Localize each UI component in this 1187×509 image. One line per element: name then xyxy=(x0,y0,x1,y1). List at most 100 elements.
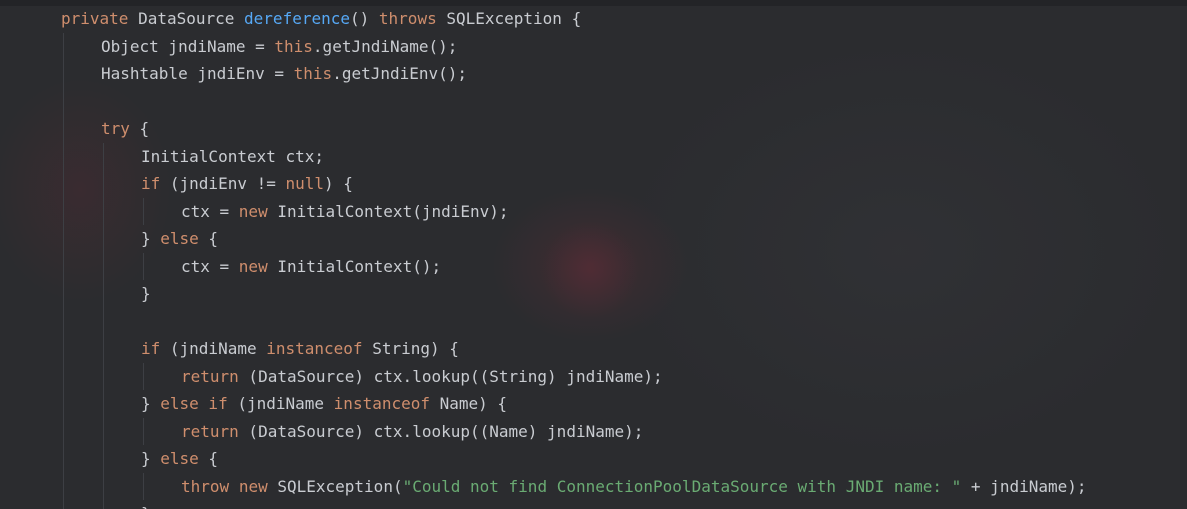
keyword-token: this xyxy=(293,64,333,83)
keyword-token: instanceof xyxy=(333,394,430,413)
indent-guide xyxy=(103,170,104,198)
code-line[interactable]: } xyxy=(0,500,1187,509)
code-token: ctx = xyxy=(181,201,239,221)
code-line[interactable]: private DataSource dereference() throws … xyxy=(0,5,1187,33)
indent-guide xyxy=(63,417,64,445)
string-literal: "Could not find ConnectionPoolDataSource… xyxy=(402,476,962,496)
indent-guide xyxy=(103,307,104,335)
indent-guide xyxy=(103,500,104,509)
code-token: DataSource xyxy=(128,9,245,28)
code-text: } xyxy=(141,280,151,308)
indent-guide xyxy=(103,445,104,473)
keyword-token: throws xyxy=(378,9,437,28)
indent-guide xyxy=(63,60,64,88)
code-line[interactable]: Object jndiName = this.getJndiName(); xyxy=(0,32,1187,61)
code-editor[interactable]: private DataSource dereference() throws … xyxy=(0,0,1187,509)
indent-guide xyxy=(63,115,64,143)
indent-guide xyxy=(63,445,64,473)
code-token: SQLException( xyxy=(267,476,403,496)
indent-guide xyxy=(63,390,64,418)
code-line[interactable]: if (jndiEnv != null) { xyxy=(0,170,1187,198)
code-line[interactable]: } else if (jndiName instanceof Name) { xyxy=(0,390,1187,418)
keyword-token: this xyxy=(274,36,313,56)
code-token: (DataSource) ctx.lookup((Name) jndiName)… xyxy=(238,421,644,441)
code-token: } xyxy=(141,229,161,248)
code-token: Hashtable jndiEnv = xyxy=(101,64,294,83)
code-text: } else { xyxy=(141,445,218,473)
code-text: ctx = new InitialContext(jndiEnv); xyxy=(181,198,509,226)
keyword-token: else if xyxy=(160,394,228,413)
indent-guide xyxy=(63,280,64,308)
code-area[interactable]: private DataSource dereference() throws … xyxy=(0,5,1187,509)
code-line[interactable] xyxy=(0,87,1187,115)
code-token: { xyxy=(129,119,150,138)
code-text: Hashtable jndiEnv = this.getJndiEnv(); xyxy=(101,60,467,88)
code-text: if (jndiName instanceof String) { xyxy=(141,335,459,363)
indent-guide xyxy=(103,335,104,363)
indent-guide xyxy=(63,472,64,500)
code-text: } xyxy=(141,500,151,509)
code-line[interactable]: } xyxy=(0,280,1187,308)
code-line[interactable]: } else { xyxy=(0,445,1187,473)
code-line[interactable]: try { xyxy=(0,115,1187,143)
code-text: } else { xyxy=(141,225,218,253)
indent-guide xyxy=(143,417,144,445)
code-line[interactable]: InitialContext ctx; xyxy=(0,142,1187,170)
code-line[interactable]: ctx = new InitialContext(); xyxy=(0,252,1187,280)
code-line[interactable]: return (DataSource) ctx.lookup((Name) jn… xyxy=(0,417,1187,446)
code-text: private DataSource dereference() throws … xyxy=(61,5,581,33)
indent-guide xyxy=(63,142,64,170)
code-line[interactable]: return (DataSource) ctx.lookup((String) … xyxy=(0,362,1187,390)
code-token: String) { xyxy=(362,339,459,358)
indent-guide xyxy=(103,252,104,280)
code-token: ) { xyxy=(324,174,353,193)
code-token: .getJndiName(); xyxy=(312,36,458,56)
keyword-token: throw xyxy=(181,476,230,496)
code-line[interactable]: if (jndiName instanceof String) { xyxy=(0,335,1187,363)
keyword-token: new xyxy=(238,201,268,221)
indent-guide xyxy=(143,252,144,280)
indent-guide xyxy=(103,472,104,500)
code-token: Name) { xyxy=(430,394,508,413)
indent-guide xyxy=(63,335,64,363)
keyword-token: else xyxy=(160,229,199,248)
code-token: InitialContext(jndiEnv); xyxy=(267,201,509,221)
indent-guide xyxy=(143,362,144,390)
indent-guide xyxy=(103,197,104,225)
indent-guide xyxy=(103,280,104,308)
indent-guide xyxy=(63,170,64,198)
keyword-token: return xyxy=(181,421,239,441)
indent-guide xyxy=(63,252,64,280)
code-line[interactable] xyxy=(0,307,1187,335)
code-text: Object jndiName = this.getJndiName(); xyxy=(101,33,457,61)
keyword-token: private xyxy=(61,9,129,28)
indent-guide xyxy=(63,225,64,253)
code-text: return (DataSource) ctx.lookup((Name) jn… xyxy=(181,418,643,446)
code-line[interactable]: } else { xyxy=(0,225,1187,253)
code-token: (jndiName xyxy=(160,339,267,358)
code-token: } xyxy=(141,449,161,468)
code-line[interactable]: Hashtable jndiEnv = this.getJndiEnv(); xyxy=(0,60,1187,88)
indent-guide xyxy=(63,307,64,335)
code-token: InitialContext(); xyxy=(267,256,442,276)
keyword-token: new xyxy=(238,256,268,276)
code-text: try { xyxy=(101,115,149,143)
method-name-token: dereference xyxy=(244,9,350,28)
keyword-token: new xyxy=(238,476,268,496)
indent-guide xyxy=(103,142,104,170)
keyword-token: if xyxy=(141,339,161,358)
code-token: (DataSource) ctx.lookup((String) jndiNam… xyxy=(238,366,663,386)
keyword-token: else xyxy=(160,449,199,468)
code-line[interactable]: ctx = new InitialContext(jndiEnv); xyxy=(0,197,1187,226)
indent-guide xyxy=(103,362,104,390)
keyword-token: return xyxy=(181,366,239,386)
code-token: { xyxy=(198,229,219,248)
code-token: } xyxy=(141,394,161,413)
code-token: { xyxy=(198,449,219,468)
indent-guide xyxy=(63,32,64,60)
code-line[interactable]: throw new SQLException("Could not find C… xyxy=(0,472,1187,500)
code-token: () xyxy=(350,9,379,28)
indent-guide xyxy=(63,197,64,225)
indent-guide xyxy=(103,225,104,253)
code-token: ctx = xyxy=(181,256,239,276)
